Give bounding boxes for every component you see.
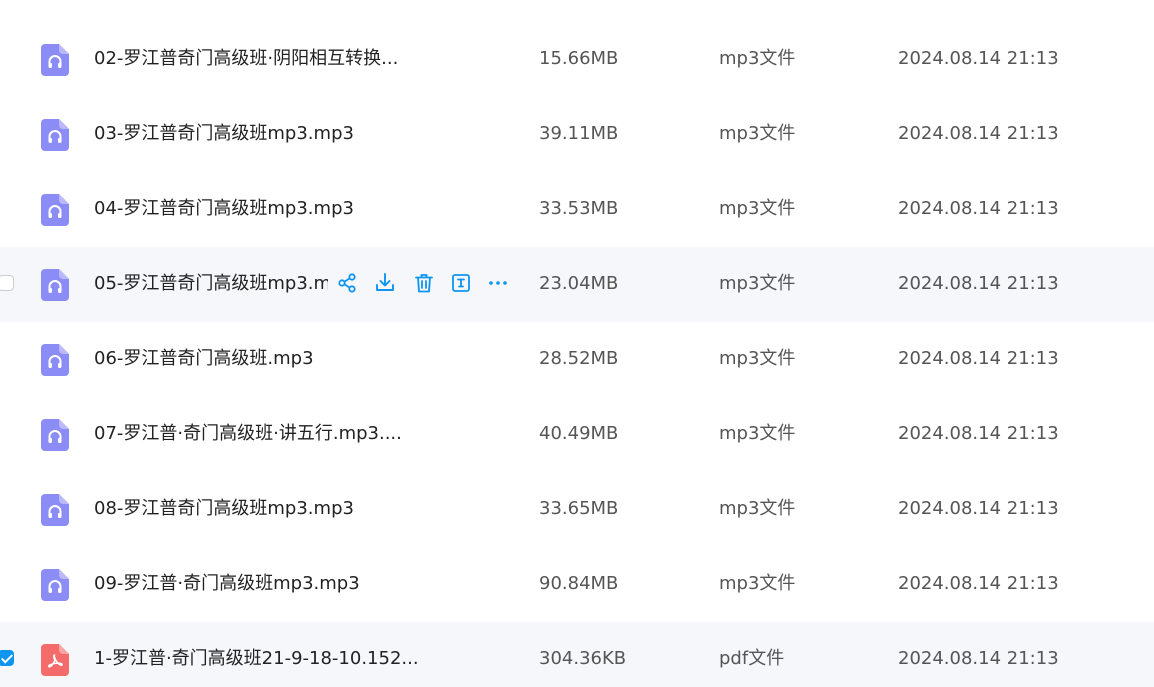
audio-file-icon	[41, 44, 69, 76]
audio-file-icon	[41, 344, 69, 376]
audio-file-icon	[41, 494, 69, 526]
row-checkbox-checked[interactable]	[0, 650, 14, 666]
file-name[interactable]: 06-罗江普奇门高级班.mp3	[94, 348, 314, 370]
file-type: mp3文件	[719, 423, 796, 444]
pdf-file-icon	[41, 644, 69, 676]
download-icon[interactable]	[373, 271, 397, 295]
file-modified-time: 2024.08.14 21:13	[898, 348, 1059, 369]
audio-file-icon	[41, 269, 69, 301]
file-size: 15.66MB	[539, 48, 619, 69]
file-modified-time: 2024.08.14 21:13	[898, 48, 1059, 69]
file-name[interactable]: 02-罗江普奇门高级班·阴阳相互转换...	[94, 48, 398, 70]
file-type: mp3文件	[719, 123, 796, 144]
audio-file-icon	[41, 119, 69, 151]
delete-icon[interactable]	[412, 271, 436, 295]
file-row[interactable]: 08-罗江普奇门高级班mp3.mp3 33.65MB mp3文件 2024.08…	[0, 472, 1154, 547]
more-icon[interactable]	[486, 271, 510, 295]
file-name[interactable]: 08-罗江普奇门高级班mp3.mp3	[94, 498, 354, 520]
file-row[interactable]: 06-罗江普奇门高级班.mp3 28.52MB mp3文件 2024.08.14…	[0, 322, 1154, 397]
file-name[interactable]: 04-罗江普奇门高级班mp3.mp3	[94, 198, 354, 220]
file-size: 33.53MB	[539, 198, 619, 219]
file-row[interactable]: 07-罗江普·奇门高级班·讲五行.mp3.... 40.49MB mp3文件 2…	[0, 397, 1154, 472]
file-modified-time: 2024.08.14 21:13	[898, 123, 1059, 144]
file-type: mp3文件	[719, 48, 796, 69]
header-row-edge	[0, 0, 1154, 2]
file-row[interactable]: 04-罗江普奇门高级班mp3.mp3 33.53MB mp3文件 2024.08…	[0, 172, 1154, 247]
file-row-selected[interactable]: 1-罗江普·奇门高级班21-9-18-10.152... 304.36KB pd…	[0, 622, 1154, 687]
file-list: 02-罗江普奇门高级班·阴阳相互转换... 15.66MB mp3文件 2024…	[0, 0, 1154, 687]
file-modified-time: 2024.08.14 21:13	[898, 498, 1059, 519]
rename-icon[interactable]	[449, 271, 473, 295]
file-size: 33.65MB	[539, 498, 619, 519]
file-size: 28.52MB	[539, 348, 619, 369]
file-type: mp3文件	[719, 498, 796, 519]
file-type: mp3文件	[719, 273, 796, 294]
file-type: mp3文件	[719, 573, 796, 594]
row-checkbox[interactable]	[0, 275, 14, 291]
audio-file-icon	[41, 419, 69, 451]
file-modified-time: 2024.08.14 21:13	[898, 273, 1059, 294]
file-type: mp3文件	[719, 198, 796, 219]
file-name[interactable]: 09-罗江普·奇门高级班mp3.mp3	[94, 573, 360, 595]
file-type: mp3文件	[719, 348, 796, 369]
share-icon[interactable]	[335, 271, 359, 295]
file-modified-time: 2024.08.14 21:13	[898, 198, 1059, 219]
file-name[interactable]: 05-罗江普奇门高级班mp3.mp3	[94, 273, 328, 295]
file-size: 39.11MB	[539, 123, 619, 144]
audio-file-icon	[41, 569, 69, 601]
audio-file-icon	[41, 194, 69, 226]
file-row[interactable]: 02-罗江普奇门高级班·阴阳相互转换... 15.66MB mp3文件 2024…	[0, 22, 1154, 97]
file-size: 23.04MB	[539, 273, 619, 294]
file-modified-time: 2024.08.14 21:13	[898, 648, 1059, 669]
file-row-hovered[interactable]: 05-罗江普奇门高级班mp3.mp3 23.04MB mp3文件 2024.08…	[0, 247, 1154, 322]
file-size: 304.36KB	[539, 648, 627, 669]
file-row[interactable]: 09-罗江普·奇门高级班mp3.mp3 90.84MB mp3文件 2024.0…	[0, 547, 1154, 622]
file-size: 40.49MB	[539, 423, 619, 444]
file-type: pdf文件	[719, 648, 785, 669]
file-row[interactable]: 03-罗江普奇门高级班mp3.mp3 39.11MB mp3文件 2024.08…	[0, 97, 1154, 172]
file-modified-time: 2024.08.14 21:13	[898, 423, 1059, 444]
file-size: 90.84MB	[539, 573, 619, 594]
file-name[interactable]: 1-罗江普·奇门高级班21-9-18-10.152...	[94, 648, 419, 670]
file-name[interactable]: 03-罗江普奇门高级班mp3.mp3	[94, 123, 354, 145]
file-modified-time: 2024.08.14 21:13	[898, 573, 1059, 594]
file-name[interactable]: 07-罗江普·奇门高级班·讲五行.mp3....	[94, 423, 402, 445]
